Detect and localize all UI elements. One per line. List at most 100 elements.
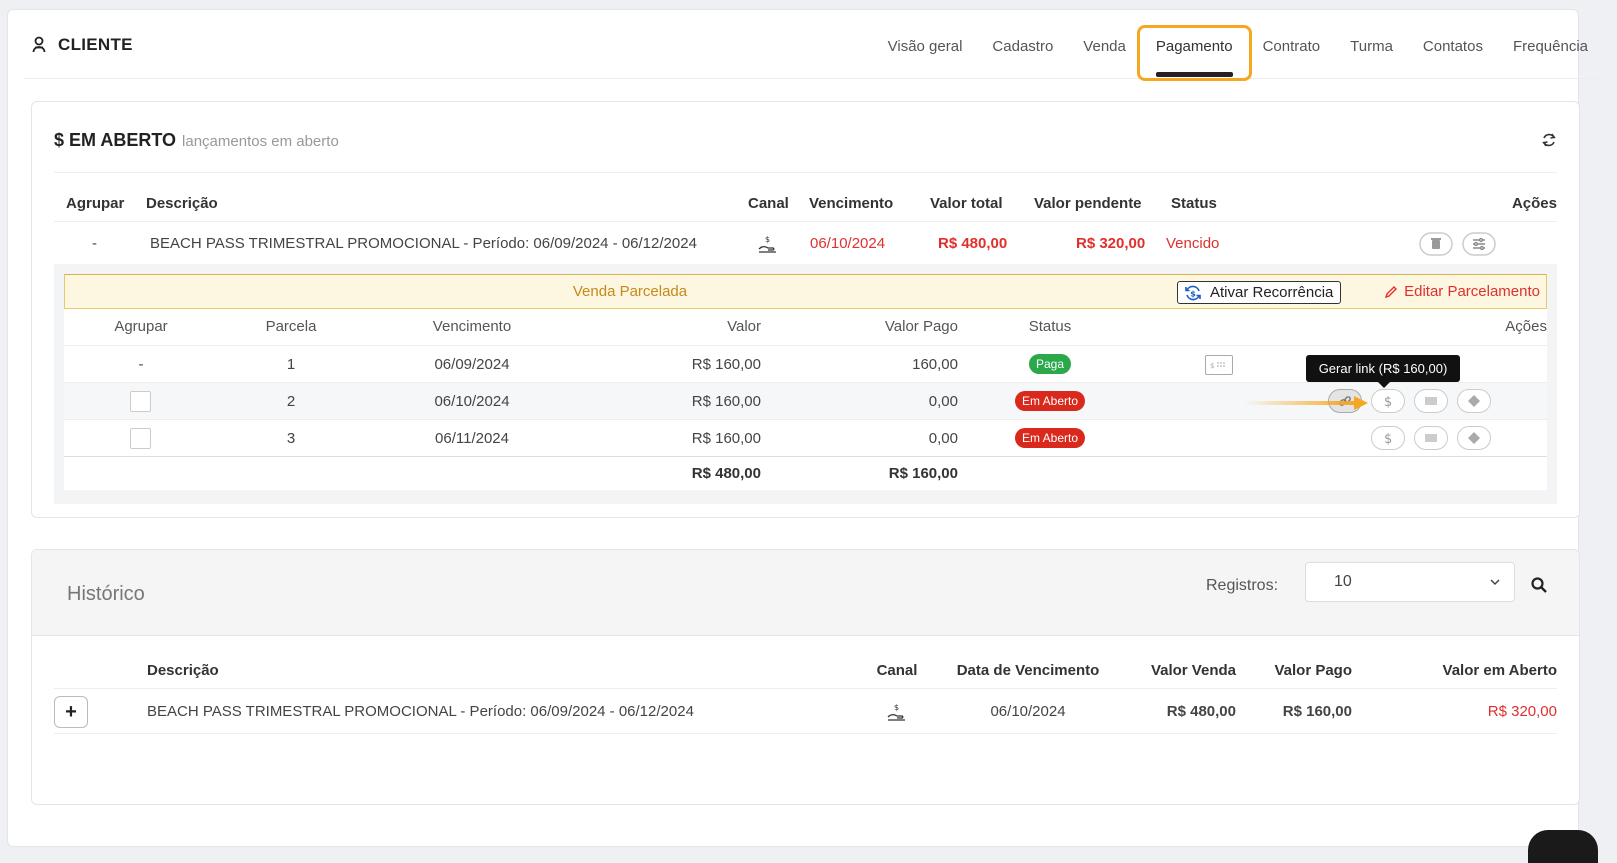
tab-pagamento[interactable]: Pagamento (1136, 16, 1252, 81)
history-title: Histórico (67, 583, 145, 605)
divider (54, 172, 1557, 173)
open-entries-subtitle: lançamentos em aberto (182, 133, 339, 150)
barcode-icon (1425, 434, 1437, 442)
tab-contatos[interactable]: Contatos (1408, 16, 1498, 78)
history-table-header: Descrição Canal Data de Vencimento Valor… (54, 653, 1557, 689)
installments-section: Venda Parcelada $ Ativar Recorrência Edi… (54, 264, 1557, 504)
total-valor-pago: R$ 160,00 (888, 465, 958, 482)
trash-icon (1431, 238, 1441, 249)
receipt-icon[interactable]: $ (1205, 355, 1233, 375)
col-valor-total: Valor total (930, 195, 1003, 212)
col-descricao: Descrição (146, 195, 218, 212)
irow-vencimento: 06/10/2024 (434, 393, 510, 410)
registros-value: 10 (1334, 573, 1352, 590)
row-agrupar: - (92, 235, 97, 252)
settings-button[interactable] (1462, 232, 1496, 260)
pix-button[interactable] (1457, 426, 1491, 450)
row-vencimento: 06/10/2024 (810, 235, 886, 252)
hcol-canal: Canal (876, 662, 918, 679)
row-descricao: BEACH PASS TRIMESTRAL PROMOCIONAL - Perí… (150, 235, 697, 252)
open-entries-title: $ EM ABERTO (54, 130, 177, 150)
chat-widget-button[interactable] (1528, 830, 1598, 863)
hrow-data-vencimento: 06/10/2024 (990, 703, 1066, 720)
boleto-button[interactable] (1414, 389, 1448, 413)
row-valor-pendente: R$ 320,00 (1076, 235, 1146, 252)
status-badge: Paga (1028, 354, 1072, 374)
dollar-icon: $ (1384, 432, 1392, 445)
search-icon[interactable] (1530, 576, 1548, 594)
irow-parcela: 2 (286, 393, 296, 410)
generate-link-tooltip: Gerar link (R$ 160,00) (1306, 355, 1460, 388)
sliders-icon (1473, 237, 1485, 251)
boleto-button[interactable] (1414, 426, 1448, 450)
group-checkbox[interactable] (130, 391, 151, 412)
client-title-text: CLIENTE (58, 35, 133, 54)
irow-valor: R$ 160,00 (691, 393, 761, 410)
icol-valor: Valor (727, 318, 761, 335)
history-header: Histórico Registros: 10 (32, 550, 1579, 636)
col-agrupar: Agrupar (66, 195, 125, 212)
col-status: Status (1171, 195, 1217, 212)
installments-header: Agrupar Parcela Vencimento Valor Valor P… (64, 309, 1547, 345)
client-tabs: Visão geral Cadastro Venda Pagamento Con… (873, 16, 1603, 81)
total-valor: R$ 480,00 (691, 465, 761, 482)
hrow-descricao: BEACH PASS TRIMESTRAL PROMOCIONAL - Perí… (147, 703, 694, 720)
col-canal: Canal (748, 195, 789, 212)
tab-venda[interactable]: Venda (1068, 16, 1141, 78)
tab-cadastro[interactable]: Cadastro (977, 16, 1068, 78)
user-icon (32, 36, 46, 53)
pointer-arrow-annotation (1244, 396, 1368, 410)
hcol-descricao: Descrição (147, 662, 219, 679)
installment-row: 3 06/11/2024 R$ 160,00 0,00 Em Aberto $ (64, 419, 1547, 456)
hrow-valor-venda: R$ 480,00 (1166, 703, 1236, 720)
tab-visao-geral[interactable]: Visão geral (873, 16, 978, 78)
recurrence-icon: $ (1185, 285, 1201, 300)
open-table-row: - BEACH PASS TRIMESTRAL PROMOCIONAL - Pe… (54, 224, 1557, 264)
hcol-valor-aberto: Valor em Aberto (1442, 662, 1557, 679)
icol-vencimento: Vencimento (432, 318, 512, 335)
tab-turma[interactable]: Turma (1335, 16, 1408, 78)
group-checkbox[interactable] (130, 428, 151, 449)
history-table-row: + BEACH PASS TRIMESTRAL PROMOCIONAL - Pe… (54, 690, 1557, 734)
pay-button[interactable]: $ (1371, 389, 1405, 413)
registros-select[interactable]: 10 (1305, 562, 1515, 602)
open-table-header: Agrupar Descrição Canal Vencimento Valor… (54, 186, 1557, 222)
irow-valor-pago: 0,00 (928, 393, 958, 410)
hrow-valor-pago: R$ 160,00 (1282, 703, 1352, 720)
irow-valor-pago: 160,00 (912, 356, 958, 373)
pix-icon (1468, 395, 1480, 407)
expand-button[interactable]: + (54, 696, 88, 728)
svg-text:$: $ (765, 235, 770, 244)
open-entries-panel: $ EM ABERTO lançamentos em aberto Agrupa… (31, 101, 1580, 518)
pix-icon (1468, 432, 1480, 444)
delete-button[interactable] (1419, 232, 1453, 260)
client-title: CLIENTE (32, 35, 133, 55)
installments-banner: Venda Parcelada $ Ativar Recorrência Edi… (64, 274, 1547, 309)
irow-vencimento: 06/11/2024 (435, 430, 509, 447)
dollar-icon: $ (1384, 395, 1392, 408)
pencil-icon (1384, 285, 1398, 298)
edit-installments-button[interactable]: Editar Parcelamento (1384, 275, 1540, 308)
icol-status: Status (1028, 318, 1072, 335)
hcol-data-vencimento: Data de Vencimento (956, 662, 1100, 679)
hand-money-icon: $ (757, 234, 779, 258)
icol-acoes: Ações (1505, 318, 1547, 335)
refresh-icon[interactable] (1541, 132, 1557, 148)
status-badge: Em Aberto (1014, 428, 1086, 448)
tab-pagamento-label: Pagamento (1155, 38, 1233, 55)
irow-parcela: 1 (286, 356, 296, 373)
activate-recurrence-button[interactable]: $ Ativar Recorrência (1177, 281, 1342, 304)
svg-text:$: $ (1384, 432, 1392, 445)
client-header: CLIENTE Visão geral Cadastro Venda Pagam… (24, 16, 1603, 81)
status-badge: Em Aberto (1014, 391, 1086, 411)
irow-agrupar: - (138, 356, 144, 373)
pix-button[interactable] (1457, 389, 1491, 413)
history-panel: Histórico Registros: 10 Descrição Canal … (31, 549, 1580, 805)
registros-label: Registros: (1206, 577, 1279, 594)
tab-contrato[interactable]: Contrato (1248, 16, 1336, 78)
barcode-icon (1425, 397, 1437, 405)
hcol-valor-pago: Valor Pago (1274, 662, 1352, 679)
pay-button[interactable]: $ (1371, 426, 1405, 450)
tab-frequencia[interactable]: Frequência (1498, 16, 1603, 78)
svg-text:$: $ (1210, 362, 1214, 370)
